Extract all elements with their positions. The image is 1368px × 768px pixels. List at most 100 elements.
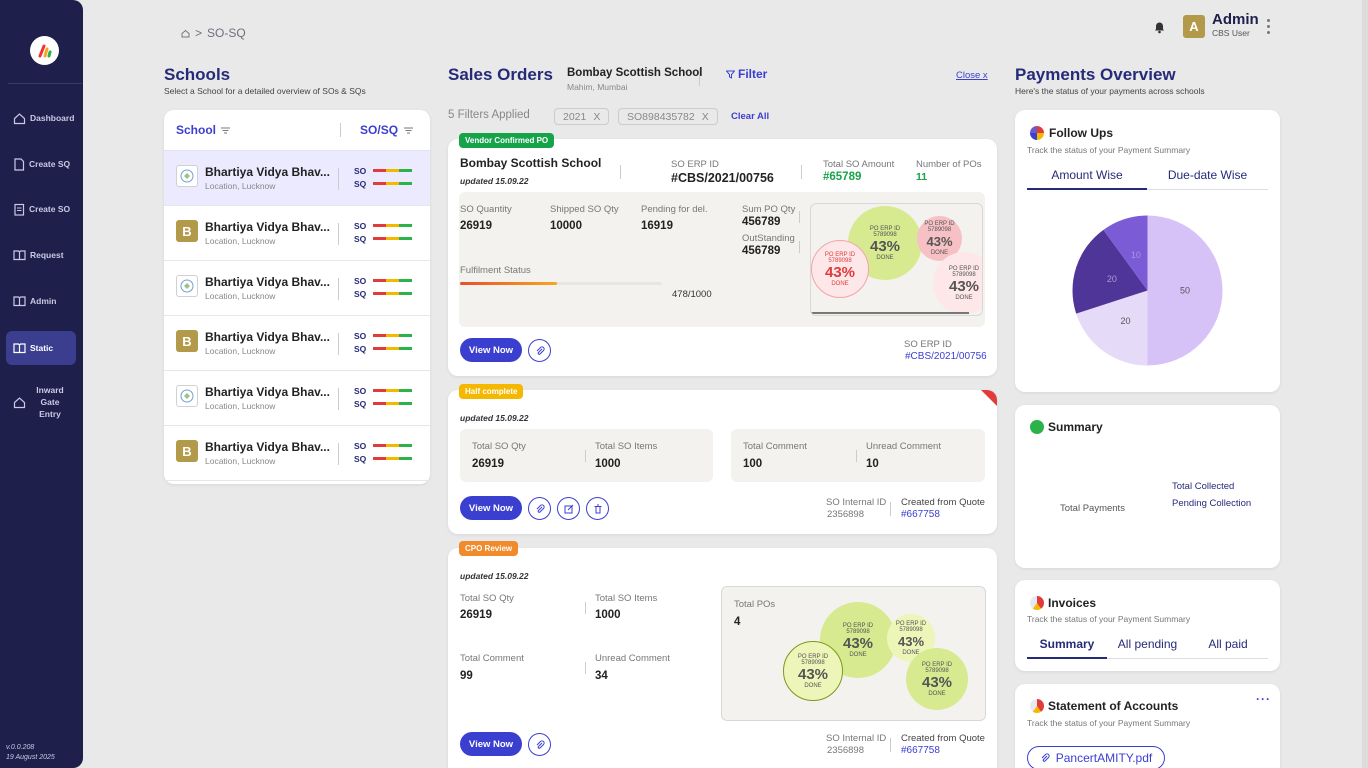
table-row[interactable]: B Bhartiya Vidya Bhav... Location, Luckno… — [164, 426, 430, 481]
payments-subtitle: Here's the status of your payments acros… — [1015, 86, 1205, 96]
chip-remove[interactable]: X — [702, 111, 709, 123]
clear-all-button[interactable]: Clear All — [731, 111, 769, 122]
so-label: SO — [354, 221, 367, 231]
filter-button[interactable]: Filter — [726, 67, 767, 81]
table-row[interactable]: B Bhartiya Vidya Bhav... Location, Luckno… — [164, 206, 430, 261]
table-row[interactable]: Bhartiya Vidya Bhav... Location, Lucknow… — [164, 261, 430, 316]
page-scrollbar[interactable] — [1362, 0, 1368, 768]
total-comment-value: 100 — [743, 458, 763, 470]
school-name: Bhartiya Vidya Bhav... — [205, 275, 330, 289]
so-erp-value: #CBS/2021/00756 — [671, 171, 774, 185]
tab-due-date-wise[interactable]: Due-date Wise — [1147, 168, 1268, 190]
po-bubble[interactable]: PO ERP ID 5789098 43% DONE — [933, 252, 982, 314]
sq-status-bar — [373, 402, 412, 405]
divider — [856, 450, 857, 462]
view-now-button[interactable]: View Now — [460, 496, 522, 520]
avatar[interactable]: A — [1183, 15, 1205, 38]
internal-id-label: SO Internal ID — [826, 733, 887, 744]
more-options-icon[interactable]: ··· — [1256, 692, 1271, 706]
po-bubble[interactable]: PO ERP ID 5789098 43% DONE — [811, 240, 869, 298]
view-now-button[interactable]: View Now — [460, 338, 522, 362]
school-logo-icon — [176, 275, 198, 297]
tab-all-paid[interactable]: All paid — [1188, 637, 1268, 659]
so-status-bar — [373, 169, 412, 172]
table-row[interactable]: Bhartiya Vidya Bhav... Location, Lucknow… — [164, 151, 430, 206]
more-options-icon[interactable] — [1267, 19, 1271, 34]
paperclip-icon — [1041, 753, 1050, 762]
sidebar-item-create-sq[interactable]: Create SQ — [6, 147, 76, 181]
unread-comment-label: Unread Comment — [866, 441, 941, 452]
edit-button[interactable] — [557, 497, 580, 520]
fulfilment-label: Fulfilment Status — [460, 265, 531, 276]
school-location: Location, Lucknow — [205, 291, 276, 301]
sort-icon[interactable] — [404, 127, 414, 134]
home-icon — [13, 112, 26, 124]
school-name: Bhartiya Vidya Bhav... — [205, 220, 330, 234]
chart-scrollbar[interactable] — [811, 312, 969, 314]
sidebar-item-create-so[interactable]: Create SO — [6, 192, 76, 226]
sidebar-item-label: Admin — [30, 296, 57, 306]
sidebar-item-label: Dashboard — [30, 113, 75, 123]
sales-order-card[interactable]: Vendor Confirmed PO Bombay Scottish Scho… — [448, 133, 997, 376]
sidebar-item-label: Create SO — [29, 204, 71, 214]
version-text: v.0.0.208 — [6, 744, 35, 751]
total-qty-label: Total SO Qty — [460, 593, 514, 604]
sidebar-item-inward-gate-entry[interactable]: Inward Gate Entry — [6, 381, 76, 423]
divider — [338, 388, 339, 410]
chip-remove[interactable]: X — [593, 111, 600, 123]
school-name: Bhartiya Vidya Bhav... — [205, 385, 330, 399]
school-avatar: B — [176, 220, 198, 242]
total-amount-value: #65789 — [823, 171, 862, 183]
sidebar-item-request[interactable]: Request — [6, 238, 76, 272]
po-bubble[interactable]: PO ERP ID 5789098 43% DONE — [783, 641, 843, 701]
trash-icon — [594, 504, 601, 513]
school-avatar: B — [176, 330, 198, 352]
divider — [799, 241, 800, 253]
divider — [699, 68, 700, 86]
quote-link[interactable]: #667758 — [901, 745, 940, 756]
attach-button[interactable] — [528, 733, 551, 756]
close-button[interactable]: Close x — [956, 70, 988, 81]
sidebar-item-label: Request — [30, 250, 64, 260]
sidebar-item-static[interactable]: Static — [6, 331, 76, 365]
home-icon[interactable] — [181, 29, 190, 38]
po-bubble[interactable]: PO ERP ID 5789098 43% DONE — [906, 648, 968, 710]
attach-button[interactable] — [528, 497, 551, 520]
col-header-sosq[interactable]: SO/SQ — [360, 123, 398, 137]
view-now-button[interactable]: View Now — [460, 732, 522, 756]
filter-chip[interactable]: 2021 X — [554, 108, 610, 125]
book-icon — [13, 343, 26, 354]
tab-amount-wise[interactable]: Amount Wise — [1027, 168, 1147, 190]
tab-all-pending[interactable]: All pending — [1107, 637, 1188, 659]
table-row[interactable]: Bhartiya Vidya Bhav... Location, Lucknow… — [164, 371, 430, 426]
fulfilment-value: 478/1000 — [672, 289, 712, 300]
sidebar-divider — [8, 83, 82, 84]
sq-label: SQ — [354, 344, 367, 354]
tab-summary[interactable]: Summary — [1027, 637, 1107, 659]
unread-comment-value: 10 — [866, 458, 879, 470]
sidebar-item-admin[interactable]: Admin — [6, 284, 76, 318]
sq-label: SQ — [354, 289, 367, 299]
divider — [801, 165, 802, 179]
table-row[interactable]: B Bhartiya Vidya Bhav... Location, Luckno… — [164, 316, 430, 371]
col-header-school[interactable]: School — [176, 123, 216, 137]
statement-file-button[interactable]: PancertAMITY.pdf — [1027, 746, 1165, 768]
sidebar: Dashboard Create SQ Create SO Request Ad… — [0, 0, 83, 768]
delete-button[interactable] — [586, 497, 609, 520]
follow-ups-icon — [1030, 126, 1044, 140]
sort-icon[interactable] — [221, 127, 231, 134]
invoices-subtitle: Track the status of your Payment Summary — [1027, 614, 1191, 624]
sidebar-item-dashboard[interactable]: Dashboard — [6, 101, 76, 135]
footer-erp-link[interactable]: #CBS/2021/00756 — [905, 351, 987, 362]
quote-label: Created from Quote — [901, 733, 985, 744]
payments-title: Payments Overview — [1015, 65, 1176, 84]
invoices-title: Invoices — [1048, 596, 1097, 610]
sq-status-bar — [373, 237, 412, 240]
bell-icon[interactable] — [1153, 20, 1166, 34]
school-name: Bhartiya Vidya Bhav... — [205, 330, 330, 344]
app-logo[interactable] — [30, 36, 59, 65]
quote-link[interactable]: #667758 — [901, 509, 940, 520]
divider — [890, 738, 891, 752]
attach-button[interactable] — [528, 339, 551, 362]
filter-chip[interactable]: SO898435782 X — [618, 108, 718, 125]
